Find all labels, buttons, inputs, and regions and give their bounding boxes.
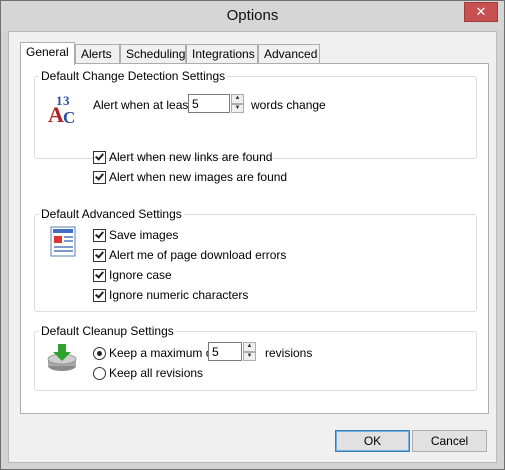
- keep-maximum-option[interactable]: Keep a maximum of: [93, 346, 216, 360]
- word-count-input[interactable]: [188, 94, 230, 113]
- spin-up-icon[interactable]: ▲: [231, 94, 244, 104]
- tab-integrations-label: Integrations: [192, 47, 255, 61]
- save-images-checkbox[interactable]: [93, 228, 106, 242]
- ignore-case-checkbox[interactable]: [93, 268, 106, 282]
- close-icon: ✕: [475, 4, 487, 19]
- tab-scheduling-label: Scheduling: [126, 47, 186, 61]
- alert-threshold-prefix: Alert when at least: [93, 98, 192, 112]
- download-errors-label: Alert me of page download errors: [109, 248, 287, 262]
- new-images-label: Alert when new images are found: [109, 170, 288, 184]
- keep-maximum-radio[interactable]: [93, 346, 106, 360]
- save-images-option[interactable]: Save images: [93, 228, 178, 242]
- change-detection-group: Default Change Detection Settings: [34, 69, 477, 159]
- cleanup-settings-title: Default Cleanup Settings: [41, 324, 174, 338]
- cancel-button[interactable]: Cancel: [412, 430, 487, 452]
- radio-selected-icon: [97, 350, 102, 356]
- tab-advanced[interactable]: Advanced: [258, 44, 320, 64]
- tab-advanced-label: Advanced: [264, 47, 318, 61]
- keep-maximum-label: Keep a maximum of: [109, 346, 216, 360]
- ignore-numeric-label: Ignore numeric characters: [109, 288, 249, 302]
- checkmark-icon: [95, 268, 104, 279]
- options-dialog: Options ✕ General Alerts Scheduling Inte…: [0, 0, 505, 470]
- ignore-case-option[interactable]: Ignore case: [93, 268, 172, 282]
- checkmark-icon: [95, 248, 104, 259]
- new-images-option[interactable]: Alert when new images are found: [93, 170, 287, 184]
- checkmark-icon: [95, 288, 104, 299]
- checkmark-icon: [95, 150, 104, 161]
- checkmark-icon: [95, 228, 104, 239]
- revisions-spinner[interactable]: ▲ ▼: [208, 342, 256, 361]
- new-images-checkbox[interactable]: [93, 170, 106, 184]
- word-count-spinner[interactable]: ▲ ▼: [188, 94, 244, 113]
- svg-text:A: A: [48, 102, 64, 126]
- alert-threshold-suffix: words change: [251, 98, 326, 112]
- close-button[interactable]: ✕: [464, 2, 498, 22]
- general-tab-panel: Default Change Detection Settings 1 3 A …: [20, 63, 489, 414]
- ignore-numeric-checkbox[interactable]: [93, 288, 106, 302]
- tab-integrations[interactable]: Integrations: [186, 44, 258, 64]
- ignore-numeric-option[interactable]: Ignore numeric characters: [93, 288, 248, 302]
- tab-alerts[interactable]: Alerts: [75, 44, 120, 64]
- ok-button[interactable]: OK: [335, 430, 410, 452]
- spin-down-icon[interactable]: ▼: [243, 351, 256, 361]
- web-page-icon: [50, 226, 78, 258]
- keep-all-radio[interactable]: [93, 366, 106, 380]
- revisions-input[interactable]: [208, 342, 242, 361]
- checkmark-icon: [95, 170, 104, 181]
- new-links-checkbox[interactable]: [93, 150, 106, 164]
- advanced-settings-title: Default Advanced Settings: [41, 207, 182, 221]
- tab-scheduling[interactable]: Scheduling: [120, 44, 186, 64]
- dialog-body: General Alerts Scheduling Integrations A…: [8, 31, 497, 463]
- spin-down-icon[interactable]: ▼: [231, 103, 244, 113]
- svg-text:C: C: [63, 108, 75, 126]
- tab-general[interactable]: General: [20, 42, 75, 65]
- save-images-label: Save images: [109, 228, 179, 242]
- download-errors-checkbox[interactable]: [93, 248, 106, 262]
- revisions-label: revisions: [265, 346, 313, 360]
- tab-alerts-label: Alerts: [81, 47, 112, 61]
- spin-up-icon[interactable]: ▲: [243, 342, 256, 352]
- tab-general-label: General: [26, 45, 69, 59]
- download-errors-option[interactable]: Alert me of page download errors: [93, 248, 286, 262]
- spelling-abc-icon: 1 3 A C: [47, 92, 79, 127]
- keep-all-option[interactable]: Keep all revisions: [93, 366, 203, 380]
- window-title: Options: [226, 7, 279, 24]
- title-bar: Options ✕: [1, 1, 504, 31]
- ignore-case-label: Ignore case: [109, 268, 172, 282]
- keep-all-label: Keep all revisions: [109, 366, 204, 380]
- disk-download-icon: [47, 343, 81, 373]
- new-links-option[interactable]: Alert when new links are found: [93, 150, 272, 164]
- new-links-label: Alert when new links are found: [109, 150, 273, 164]
- svg-text:3: 3: [63, 93, 70, 108]
- change-detection-title: Default Change Detection Settings: [41, 69, 226, 83]
